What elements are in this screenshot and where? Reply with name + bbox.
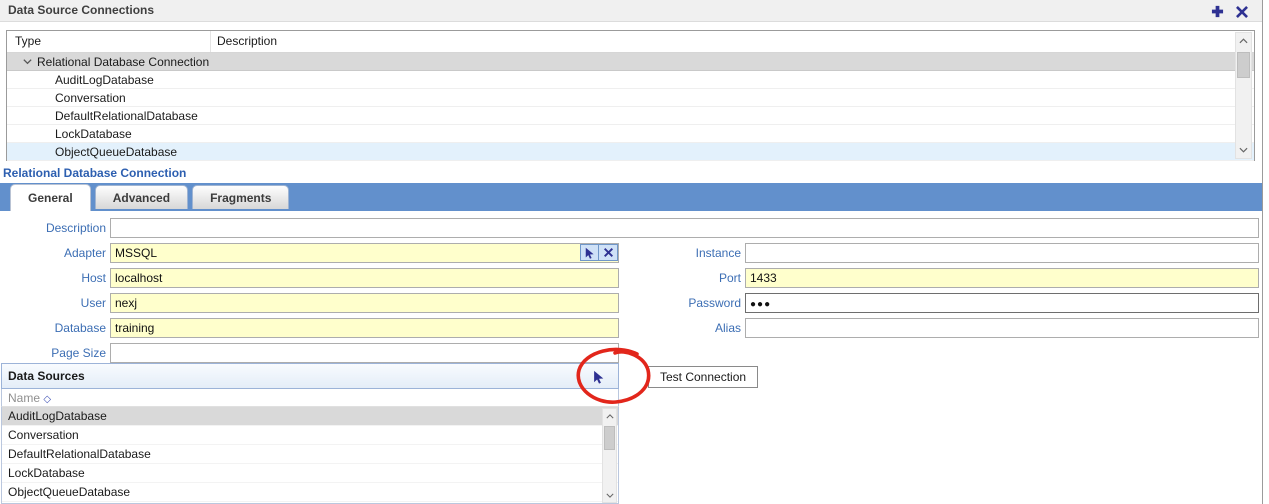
detail-section-title: Relational Database Connection <box>3 166 186 180</box>
add-connection-button[interactable] <box>1209 4 1225 19</box>
column-header-description[interactable]: Description <box>217 34 277 48</box>
list-scrollbar[interactable] <box>602 408 617 503</box>
list-item[interactable]: LockDatabase <box>2 464 618 483</box>
table-row-selected[interactable]: ObjectQueueDatabase <box>7 143 1254 161</box>
alias-field[interactable] <box>745 318 1259 338</box>
password-field[interactable] <box>745 293 1259 313</box>
table-row[interactable]: DefaultRelationalDatabase <box>7 107 1254 125</box>
name-column-label: Name <box>8 391 40 405</box>
row-label: DefaultRelationalDatabase <box>55 107 198 125</box>
database-label: Database <box>0 318 106 338</box>
sort-diamond-icon: ◇ <box>43 394 51 405</box>
data-sources-list: AuditLogDatabase Conversation DefaultRel… <box>1 407 619 504</box>
user-field[interactable] <box>110 293 619 313</box>
tab-label: Advanced <box>113 191 170 205</box>
data-sources-panel: Data Sources Name ◇ AuditLogDatabase Con… <box>1 363 619 504</box>
tab-bar: General Advanced Fragments <box>0 183 1262 211</box>
list-item-selected[interactable]: AuditLogDatabase <box>2 407 618 426</box>
tab-general[interactable]: General <box>10 184 91 211</box>
table-scrollbar[interactable] <box>1235 32 1252 159</box>
row-label: LockDatabase <box>55 125 132 143</box>
list-item[interactable]: ObjectQueueDatabase <box>2 483 618 502</box>
panel-titlebar: Data Source Connections <box>0 0 1262 22</box>
connections-table: Type Description Relational Database Con… <box>6 30 1255 161</box>
database-field[interactable] <box>110 318 619 338</box>
data-sources-title: Data Sources <box>8 369 85 383</box>
row-label: ObjectQueueDatabase <box>55 143 177 161</box>
port-label: Port <box>628 268 741 288</box>
tab-label: Fragments <box>210 191 271 205</box>
instance-label: Instance <box>628 243 741 263</box>
adapter-picker-buttons <box>580 244 618 261</box>
instance-field[interactable] <box>745 243 1259 263</box>
page-size-field[interactable] <box>110 343 619 363</box>
scrollbar-thumb[interactable] <box>604 426 615 450</box>
scroll-down-icon[interactable] <box>1236 142 1251 158</box>
tab-advanced[interactable]: Advanced <box>95 185 188 209</box>
row-label: Conversation <box>55 89 126 107</box>
host-field[interactable] <box>110 268 619 288</box>
table-row[interactable]: AuditLogDatabase <box>7 71 1254 89</box>
close-icon <box>1236 6 1248 18</box>
description-field[interactable] <box>110 218 1259 238</box>
list-item[interactable]: DefaultRelationalDatabase <box>2 445 618 464</box>
list-item[interactable]: Conversation <box>2 426 618 445</box>
alias-label: Alias <box>628 318 741 338</box>
chevron-down-icon[interactable] <box>22 56 33 67</box>
adapter-label: Adapter <box>0 243 106 263</box>
column-header-type[interactable]: Type <box>15 34 41 48</box>
tab-label: General <box>28 191 73 205</box>
adapter-clear-button[interactable] <box>599 244 618 261</box>
row-label: AuditLogDatabase <box>55 71 154 89</box>
table-header-row: Type Description <box>7 31 1254 53</box>
test-connection-button[interactable]: Test Connection <box>648 366 758 388</box>
description-label: Description <box>0 218 106 238</box>
data-sources-select-button[interactable] <box>592 370 606 384</box>
delete-connection-button[interactable] <box>1234 4 1250 19</box>
page-size-label: Page Size <box>0 343 106 363</box>
scroll-down-icon[interactable] <box>603 488 616 502</box>
adapter-field[interactable] <box>110 243 619 263</box>
data-sources-header: Data Sources <box>1 363 619 389</box>
cursor-arrow-icon <box>592 370 605 384</box>
cursor-arrow-icon <box>584 247 595 259</box>
host-label: Host <box>0 268 106 288</box>
table-group-row[interactable]: Relational Database Connection <box>7 53 1254 71</box>
group-row-label: Relational Database Connection <box>37 53 209 71</box>
scroll-up-icon[interactable] <box>1236 33 1251 49</box>
name-column-header[interactable]: Name ◇ <box>1 389 619 407</box>
plus-icon <box>1211 5 1224 18</box>
port-field[interactable] <box>745 268 1259 288</box>
data-source-connections-editor: Data Source Connections Type Description… <box>0 0 1263 504</box>
clear-x-icon <box>604 248 613 257</box>
tab-fragments[interactable]: Fragments <box>192 185 289 209</box>
adapter-select-button[interactable] <box>580 244 599 261</box>
scroll-up-icon[interactable] <box>603 409 616 423</box>
panel-title: Data Source Connections <box>8 3 154 17</box>
scrollbar-thumb[interactable] <box>1237 52 1250 78</box>
table-row[interactable]: Conversation <box>7 89 1254 107</box>
user-label: User <box>0 293 106 313</box>
password-label: Password <box>628 293 741 313</box>
table-row[interactable]: LockDatabase <box>7 125 1254 143</box>
app-window: Data Source Connections Type Description… <box>0 0 1269 504</box>
